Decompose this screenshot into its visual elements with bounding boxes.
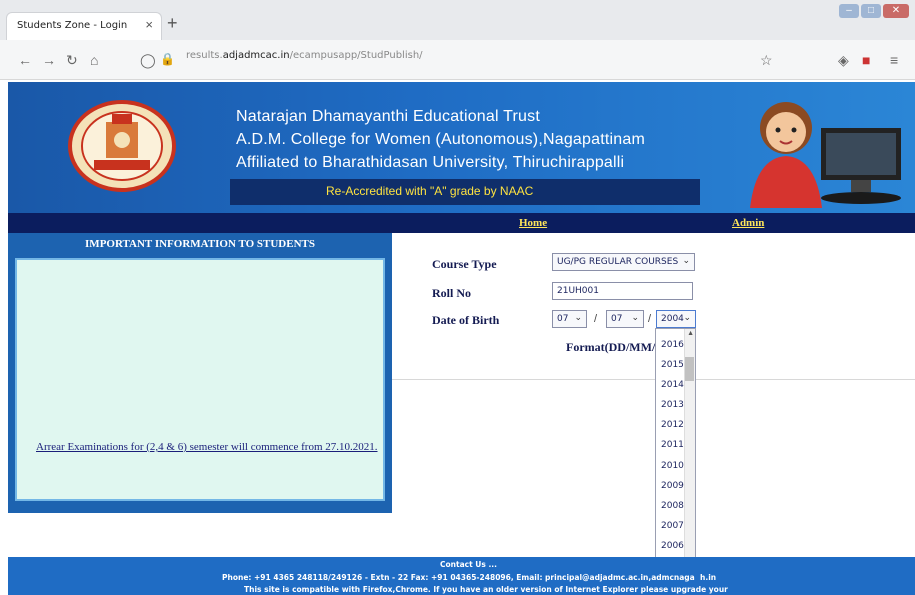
browser-tab[interactable]: Students Zone - Login × bbox=[6, 12, 162, 40]
new-tab-icon[interactable]: + bbox=[167, 13, 178, 34]
minimize-icon[interactable]: – bbox=[839, 4, 859, 18]
roll-no-input[interactable]: 21UH001 bbox=[552, 282, 693, 300]
date-separator: / bbox=[594, 313, 598, 325]
extension-icon[interactable]: ■ bbox=[862, 52, 870, 68]
college-name: A.D.M. College for Women (Autonomous),Na… bbox=[236, 131, 645, 148]
arrear-exam-notice-link[interactable]: Arrear Examinations for (2,4 & 6) semest… bbox=[36, 441, 378, 453]
info-title: IMPORTANT INFORMATION TO STUDENTS bbox=[85, 238, 315, 250]
college-banner: Natarajan Dhamayanthi Educational Trust … bbox=[8, 82, 915, 213]
admin-link[interactable]: Admin bbox=[732, 217, 764, 229]
browser-compat-note: This site is compatible with Firefox,Chr… bbox=[244, 585, 728, 594]
student-mascot-icon bbox=[750, 102, 901, 208]
chevron-down-icon: ⌄ bbox=[682, 256, 690, 266]
page-footer: Contact Us ... Phone: +91 4365 248118/24… bbox=[8, 557, 915, 595]
course-type-value: UG/PG REGULAR COURSES bbox=[557, 257, 679, 267]
browser-navbar: ← → ↻ ⌂ ◯ 🔒 results.adjadmcac.in/ecampus… bbox=[0, 40, 915, 80]
affiliation: Affiliated to Bharathidasan University, … bbox=[236, 154, 625, 171]
tab-title: Students Zone - Login bbox=[17, 20, 128, 31]
chevron-down-icon: ⌄ bbox=[574, 313, 582, 323]
dob-year-value: 2004 bbox=[661, 314, 684, 324]
pocket-icon[interactable]: ◈ bbox=[838, 52, 849, 69]
date-separator: / bbox=[648, 313, 652, 325]
dob-month-select[interactable]: 07 ⌄ bbox=[606, 310, 644, 328]
course-type-label: Course Type bbox=[432, 257, 497, 271]
scrollbar-thumb[interactable] bbox=[685, 357, 694, 381]
roll-no-label: Roll No bbox=[432, 286, 471, 300]
url-host: adjadmcac.in bbox=[222, 50, 290, 61]
contact-us[interactable]: Contact Us ... bbox=[440, 560, 497, 569]
dob-day-select[interactable]: 07 ⌄ bbox=[552, 310, 587, 328]
roll-no-value: 21UH001 bbox=[557, 286, 599, 296]
maximize-icon[interactable]: □ bbox=[861, 4, 881, 18]
college-logo-icon bbox=[68, 100, 176, 192]
browser-tab-bar: Students Zone - Login × + – □ ✕ bbox=[0, 0, 915, 40]
address-bar[interactable]: results.adjadmcac.in/ecampusapp/StudPubl… bbox=[186, 50, 423, 61]
dob-day-value: 07 bbox=[557, 314, 569, 324]
window-close-icon[interactable]: ✕ bbox=[883, 4, 909, 18]
home-link[interactable]: Home bbox=[519, 217, 547, 229]
url-prefix: results. bbox=[186, 50, 223, 61]
trust-name: Natarajan Dhamayanthi Educational Trust bbox=[236, 108, 540, 125]
bookmark-star-icon[interactable]: ☆ bbox=[760, 52, 773, 69]
shield-icon[interactable]: ◯ bbox=[140, 52, 156, 69]
dob-year-select[interactable]: 2004 ⌄ bbox=[656, 310, 696, 328]
info-box: Arrear Examinations for (2,4 & 6) semest… bbox=[15, 258, 385, 501]
chevron-down-icon: ⌄ bbox=[631, 313, 639, 323]
dob-label: Date of Birth bbox=[432, 313, 500, 327]
course-type-select[interactable]: UG/PG REGULAR COURSES ⌄ bbox=[552, 253, 695, 271]
top-menu: Home Admin bbox=[8, 213, 915, 233]
back-icon[interactable]: ← bbox=[18, 52, 32, 68]
window-controls: – □ ✕ bbox=[839, 4, 909, 18]
contact-details-tail: h.in bbox=[700, 573, 717, 582]
scroll-up-icon[interactable]: ▲ bbox=[687, 330, 694, 337]
contact-details: Phone: +91 4365 248118/249126 - Extn - 2… bbox=[222, 573, 695, 582]
reload-icon[interactable]: ↻ bbox=[66, 52, 78, 69]
dropdown-scrollbar[interactable]: ▲ ▼ bbox=[684, 329, 695, 594]
home-icon[interactable]: ⌂ bbox=[90, 52, 98, 68]
url-path: /ecampusapp/StudPublish/ bbox=[289, 50, 423, 61]
close-tab-icon[interactable]: × bbox=[145, 17, 153, 32]
naac-text: Re-Accredited with "A" grade by NAAC bbox=[326, 184, 534, 198]
forward-icon[interactable]: → bbox=[42, 52, 56, 68]
date-format-hint: Format(DD/MM/Y bbox=[566, 340, 664, 354]
dob-month-value: 07 bbox=[611, 314, 623, 324]
year-dropdown-list[interactable]: 2016 2015 2014 2013 2012 2011 2010 2009 2008 2007… bbox=[655, 328, 696, 595]
menu-icon[interactable]: ≡ bbox=[890, 52, 898, 68]
chevron-down-icon: ⌄ bbox=[683, 313, 691, 323]
lock-icon[interactable]: 🔒 bbox=[160, 52, 175, 66]
